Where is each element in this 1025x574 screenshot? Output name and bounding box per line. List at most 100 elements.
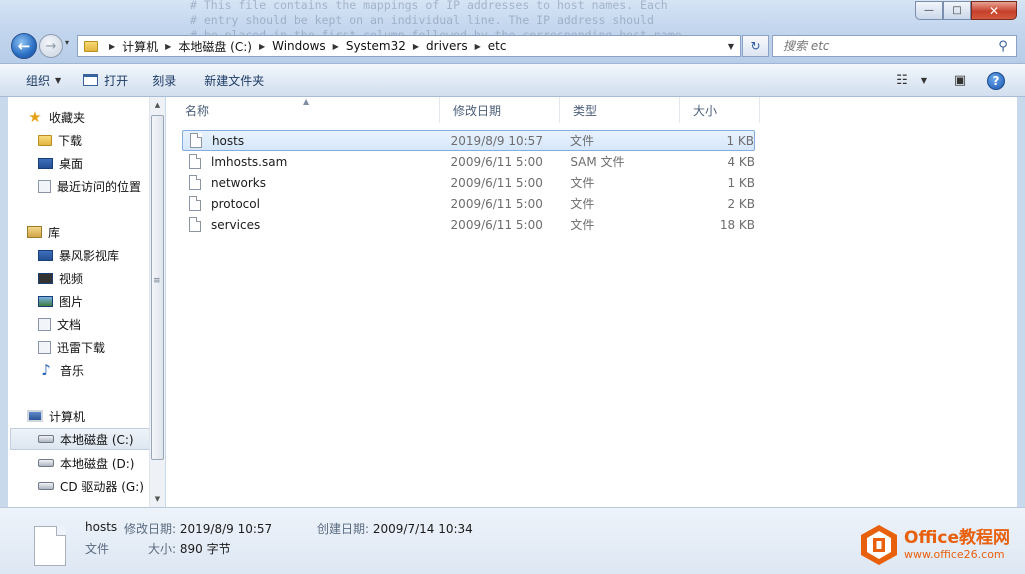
recent-pages-dropdown[interactable]: ▾ <box>65 38 69 47</box>
column-size[interactable]: 大小 <box>680 97 760 123</box>
nav-item-pictures[interactable]: 图片 <box>38 290 83 312</box>
drive-icon <box>38 459 54 467</box>
nav-item-drive-g[interactable]: CD 驱动器 (G:) <box>38 475 144 497</box>
desktop-icon <box>38 157 53 169</box>
toolbar-right: ☷ ▼ ▣ ? <box>887 64 1025 97</box>
grip-icon: ≡ <box>153 276 161 286</box>
file-row-protocol[interactable]: protocol 2009/6/11 5:00 文件 2 KB <box>182 193 755 214</box>
file-icon <box>34 526 66 566</box>
folder-icon <box>84 40 98 52</box>
command-toolbar: 组织 ▼ 打开 刻录 新建文件夹 ☷ ▼ ▣ ? <box>0 64 1025 97</box>
system-drive-icon <box>38 435 54 443</box>
forward-button[interactable]: → <box>39 34 63 58</box>
nav-item-recent[interactable]: 最近访问的位置 <box>38 175 141 197</box>
chevron-right-icon[interactable]: ▶ <box>475 42 481 51</box>
chevron-right-icon[interactable]: ▶ <box>413 42 419 51</box>
scroll-up-icon[interactable]: ▲ <box>150 97 165 113</box>
download-folder-icon <box>38 134 52 146</box>
watermark-title: Office教程网 <box>904 527 1011 548</box>
picture-icon <box>38 295 53 307</box>
details-created-value: 2009/7/14 10:34 <box>372 522 473 536</box>
nav-item-desktop[interactable]: 桌面 <box>38 152 83 174</box>
help-icon: ? <box>987 71 1005 90</box>
minimize-button[interactable]: — <box>915 1 943 20</box>
file-row-lmhosts[interactable]: lmhosts.sam 2009/6/11 5:00 SAM 文件 4 KB <box>182 151 755 172</box>
chevron-right-icon[interactable]: ▶ <box>109 42 115 51</box>
breadcrumb: ▶ 计算机 ▶ 本地磁盘 (C:) ▶ Windows ▶ System32 ▶… <box>102 38 506 55</box>
preview-pane-icon[interactable]: ▣ <box>945 70 975 92</box>
nav-item-baofeng[interactable]: 暴风影视库 <box>38 244 119 266</box>
column-name[interactable]: 名称 ▲ <box>166 97 440 123</box>
chevron-right-icon[interactable]: ▶ <box>165 42 171 51</box>
nav-item-videos[interactable]: 视频 <box>38 267 83 289</box>
watermark-url: www.office26.com <box>904 547 1005 561</box>
office-logo-icon <box>861 525 897 565</box>
maximize-button[interactable]: □ <box>943 1 971 20</box>
scrollbar-thumb[interactable] <box>151 115 164 460</box>
search-box[interactable]: ⚲ <box>772 35 1017 57</box>
file-icon <box>189 217 201 232</box>
details-file-name: hosts <box>85 520 118 534</box>
nav-item-drive-d[interactable]: 本地磁盘 (D:) <box>38 452 134 474</box>
breadcrumb-item[interactable]: 计算机 <box>122 38 158 55</box>
file-row-hosts[interactable]: hosts 2019/8/9 10:57 文件 1 KB <box>182 130 755 151</box>
breadcrumb-item[interactable]: etc <box>488 39 507 53</box>
details-modified-label: 修改日期: <box>124 522 177 536</box>
breadcrumb-item[interactable]: Windows <box>272 39 326 53</box>
video-library-icon <box>38 249 53 261</box>
library-icon <box>27 226 42 238</box>
help-button[interactable]: ? <box>981 70 1011 92</box>
address-dropdown-icon[interactable]: ▼ <box>728 42 734 51</box>
recent-places-icon <box>38 179 51 193</box>
new-folder-button[interactable]: 新建文件夹 <box>196 68 272 92</box>
search-icon[interactable]: ⚲ <box>994 39 1012 54</box>
burn-button[interactable]: 刻录 <box>144 68 184 92</box>
arrow-right-icon: → <box>45 38 57 54</box>
nav-item-music[interactable]: ♪ 音乐 <box>38 359 84 381</box>
window-title-bar: # This file contains the mappings of IP … <box>0 0 1025 64</box>
open-button[interactable]: 打开 <box>75 68 136 92</box>
navigation-pane: ★ 收藏夹 下载 桌面 最近访问的位置 库 暴风影视库 视频 图片 文档 迅雷下载… <box>8 97 165 507</box>
music-icon: ♪ <box>41 361 51 379</box>
navigation-scrollbar[interactable]: ▲ ≡ ▼ <box>149 97 165 507</box>
details-size-label: 大小: <box>148 542 177 556</box>
arrow-left-icon: ← <box>17 37 31 55</box>
nav-computer[interactable]: 计算机 <box>27 405 85 427</box>
column-date[interactable]: 修改日期 <box>440 97 560 123</box>
column-type[interactable]: 类型 <box>560 97 680 123</box>
file-icon <box>189 175 201 190</box>
breadcrumb-item[interactable]: System32 <box>346 39 406 53</box>
view-options-icon[interactable]: ☷ <box>887 70 917 92</box>
nav-libraries[interactable]: 库 <box>27 221 60 243</box>
document-icon <box>38 317 51 331</box>
file-list: 名称 ▲ 修改日期 类型 大小 hosts 2019/8/9 10:57 文件 … <box>166 97 1017 507</box>
file-row-services[interactable]: services 2009/6/11 5:00 文件 18 KB <box>182 214 755 235</box>
computer-icon <box>27 410 43 422</box>
breadcrumb-item[interactable]: 本地磁盘 (C:) <box>178 38 252 55</box>
close-button[interactable]: ✕ <box>971 1 1017 20</box>
file-row-networks[interactable]: networks 2009/6/11 5:00 文件 1 KB <box>182 172 755 193</box>
column-headers: 名称 ▲ 修改日期 类型 大小 <box>166 97 1017 123</box>
view-dropdown-icon[interactable]: ▼ <box>917 70 931 92</box>
scroll-down-icon[interactable]: ▼ <box>150 491 165 507</box>
breadcrumb-item[interactable]: drivers <box>426 39 468 53</box>
nav-item-downloads[interactable]: 下载 <box>38 129 82 151</box>
chevron-right-icon[interactable]: ▶ <box>259 42 265 51</box>
nav-item-xunlei[interactable]: 迅雷下载 <box>38 336 105 358</box>
organize-button[interactable]: 组织 ▼ <box>18 68 69 92</box>
nav-favorites[interactable]: ★ 收藏夹 <box>27 106 85 128</box>
details-created-label: 创建日期: <box>317 522 370 536</box>
details-type: 文件 <box>85 542 110 556</box>
sort-ascending-icon: ▲ <box>303 97 310 106</box>
chevron-right-icon[interactable]: ▶ <box>333 42 339 51</box>
search-input[interactable] <box>773 39 994 53</box>
nav-item-documents[interactable]: 文档 <box>38 313 81 335</box>
nav-item-drive-c[interactable]: 本地磁盘 (C:) <box>10 428 150 450</box>
back-button[interactable]: ← <box>11 33 37 59</box>
refresh-icon: ↻ <box>750 39 761 53</box>
star-icon: ★ <box>28 108 42 126</box>
refresh-button[interactable]: ↻ <box>742 35 769 57</box>
address-bar[interactable]: ▶ 计算机 ▶ 本地磁盘 (C:) ▶ Windows ▶ System32 ▶… <box>77 35 741 57</box>
file-icon <box>189 154 201 169</box>
download-icon <box>38 340 51 354</box>
